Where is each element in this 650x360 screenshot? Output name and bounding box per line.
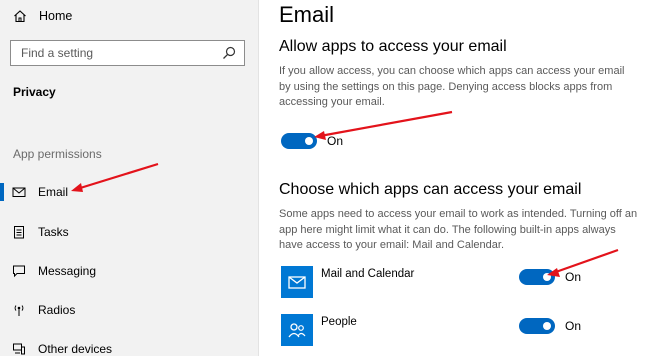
people-app-icon [281,314,313,346]
sidebar-item-label: Tasks [38,225,69,239]
app-row-mail-and-calendar: Mail and Calendar [279,266,639,300]
sidebar-item-tasks[interactable]: Tasks [0,221,258,243]
search-icon[interactable] [222,46,236,60]
allow-access-description: If you allow access, you can choose whic… [279,65,625,108]
mail-calendar-toggle[interactable] [519,269,555,285]
privacy-category[interactable]: Privacy [13,85,56,99]
page-title: Email [279,2,335,27]
allow-access-toggle[interactable] [281,133,317,149]
mail-calendar-toggle-row[interactable]: On [519,269,581,285]
messaging-icon [13,265,25,278]
pane-divider [258,0,259,356]
tasks-icon [14,226,24,239]
search-input[interactable]: Find a setting [11,46,222,60]
toggle-knob [543,322,551,330]
app-name: People [321,316,357,328]
sidebar: Home Find a setting Privacy App permissi… [0,0,258,356]
mail-icon [12,187,26,197]
radios-icon [14,305,24,316]
sidebar-item-label: Messaging [38,264,97,278]
people-toggle[interactable] [519,318,555,334]
sidebar-item-label: Radios [38,303,76,317]
app-row-people: People [279,314,639,348]
mail-calendar-app-icon [281,266,313,298]
sidebar-item-email[interactable]: Email [0,181,258,203]
sidebar-item-label: Email [38,185,69,199]
choose-apps-heading: Choose which apps can access your email [279,181,582,198]
people-toggle-row[interactable]: On [519,318,581,334]
mail-calendar-toggle-state: On [565,270,582,284]
sidebar-item-messaging[interactable]: Messaging [0,260,258,282]
home-link[interactable]: Home [13,7,72,25]
allow-access-toggle-row[interactable]: On [281,133,343,149]
sidebar-item-radios[interactable]: Radios [0,299,258,321]
sidebar-item-label: Other devices [38,342,113,356]
sidebar-item-other-devices[interactable]: Other devices [0,338,258,360]
people-toggle-state: On [565,319,582,333]
other-devices-icon [13,343,25,355]
app-name: Mail and Calendar [321,268,415,280]
allow-access-toggle-state: On [327,134,344,148]
search-box[interactable]: Find a setting [10,40,245,66]
toggle-knob [543,273,551,281]
toggle-knob [305,137,313,145]
selection-indicator [0,183,4,201]
app-permissions-heading: App permissions [13,147,102,161]
home-icon [14,10,26,23]
allow-access-heading: Allow apps to access your email [279,38,507,55]
home-label: Home [39,9,73,23]
choose-apps-description: Some apps need to access your email to w… [279,208,638,251]
